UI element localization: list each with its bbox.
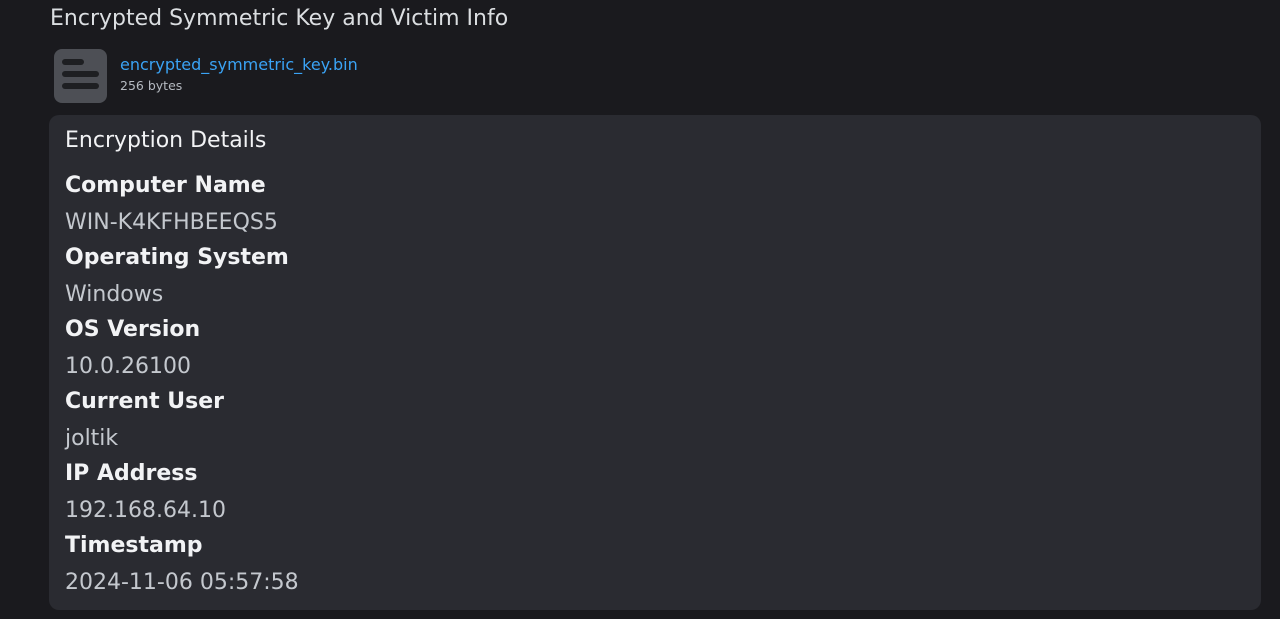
chat-message: Encrypted Symmetric Key and Victim Info … bbox=[0, 0, 1280, 619]
file-text-icon bbox=[54, 49, 107, 103]
embed-title: Encryption Details bbox=[65, 128, 267, 153]
field-name: OS Version bbox=[65, 317, 201, 342]
field-operating-system: Operating System Windows bbox=[65, 243, 1245, 311]
field-value: 192.168.64.10 bbox=[65, 498, 226, 523]
field-current-user: Current User joltik bbox=[65, 387, 1245, 455]
message-text: Encrypted Symmetric Key and Victim Info bbox=[50, 6, 509, 31]
field-name: Operating System bbox=[65, 245, 289, 270]
field-os-version: OS Version 10.0.26100 bbox=[65, 315, 1245, 383]
field-value: joltik bbox=[65, 426, 119, 451]
field-value: 2024-11-06 05:57:58 bbox=[65, 570, 299, 595]
field-ip-address: IP Address 192.168.64.10 bbox=[65, 459, 1245, 527]
field-timestamp: Timestamp 2024-11-06 05:57:58 bbox=[65, 531, 1245, 599]
field-value: 10.0.26100 bbox=[65, 354, 191, 379]
file-download-link[interactable]: encrypted_symmetric_key.bin bbox=[120, 54, 358, 76]
field-name: Current User bbox=[65, 389, 224, 414]
field-name: IP Address bbox=[65, 461, 198, 486]
file-attachment[interactable]: encrypted_symmetric_key.bin 256 bytes bbox=[54, 49, 358, 105]
field-name: Timestamp bbox=[65, 533, 203, 558]
field-value: Windows bbox=[65, 282, 164, 307]
embed-card: Encryption Details Computer Name WIN-K4K… bbox=[49, 115, 1261, 610]
file-size: 256 bytes bbox=[120, 78, 183, 93]
field-computer-name: Computer Name WIN-K4KFHBEEQS5 bbox=[65, 171, 1245, 239]
file-meta: encrypted_symmetric_key.bin 256 bytes bbox=[120, 49, 358, 94]
field-name: Computer Name bbox=[65, 173, 266, 198]
field-value: WIN-K4KFHBEEQS5 bbox=[65, 210, 278, 235]
